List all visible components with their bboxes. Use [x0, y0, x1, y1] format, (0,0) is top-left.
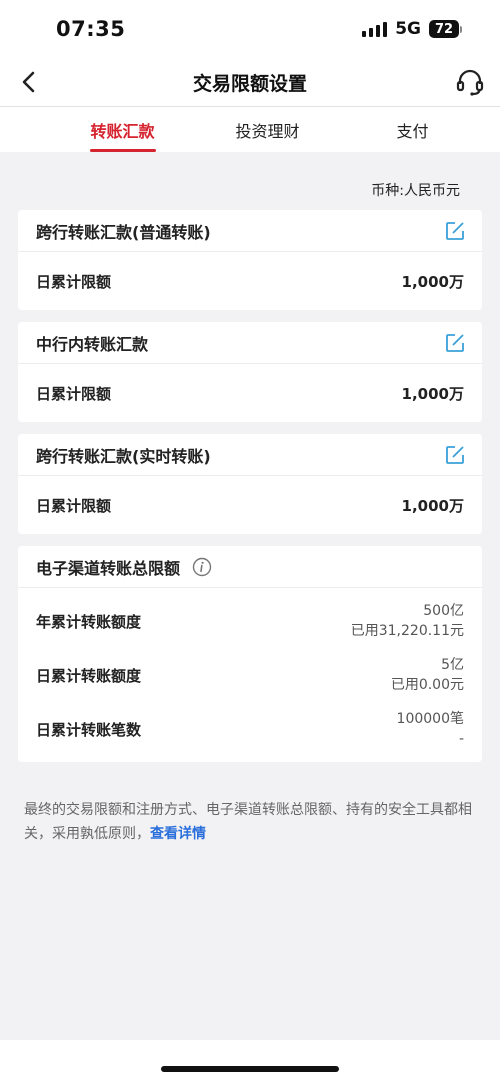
- row-limit: 5亿: [441, 657, 464, 673]
- total-row-daily-amount: 日累计转账额度 5亿 已用0.00元: [18, 648, 482, 702]
- limit-row: 日累计限额 1,000万: [18, 252, 482, 310]
- row-values: 5亿 已用0.00元: [391, 655, 464, 695]
- headset-icon: [456, 69, 484, 96]
- tab-transfer[interactable]: 转账汇款: [50, 107, 195, 152]
- back-button[interactable]: [12, 66, 44, 98]
- page-title: 交易限额设置: [192, 72, 307, 95]
- info-icon[interactable]: [192, 557, 212, 577]
- total-row-daily-count: 日累计转账笔数 100000笔 -: [18, 702, 482, 756]
- card-title: 中行内转账汇款: [36, 334, 149, 354]
- card-header: 电子渠道转账总限额: [18, 546, 482, 588]
- card-header: 跨行转账汇款(实时转账): [18, 434, 482, 476]
- card-title: 跨行转账汇款(实时转账): [36, 446, 211, 466]
- limit-row: 日累计限额 1,000万: [18, 364, 482, 422]
- row-limit: 100000笔: [396, 711, 464, 727]
- total-limit-card: 电子渠道转账总限额 年累计转账额度 500亿 已用31,220.11元 日累计转…: [18, 546, 482, 762]
- row-values: 100000笔 -: [397, 709, 464, 749]
- row-value: 1,000万: [401, 384, 464, 403]
- view-details-link[interactable]: 查看详情: [150, 826, 206, 842]
- status-time: 07:35: [56, 17, 126, 41]
- limit-card-interbank-realtime: 跨行转账汇款(实时转账) 日累计限额 1,000万: [18, 434, 482, 534]
- tab-investment[interactable]: 投资理财: [195, 107, 340, 152]
- row-values: 500亿 已用31,220.11元: [351, 601, 464, 641]
- status-right: 5G 72: [362, 19, 462, 39]
- limit-note: 最终的交易限额和注册方式、电子渠道转账总限额、持有的安全工具都相关，采用孰低原则…: [0, 774, 500, 846]
- home-indicator: [161, 1066, 339, 1072]
- network-type: 5G: [395, 19, 421, 39]
- row-used: 已用0.00元: [390, 677, 464, 693]
- customer-service-button[interactable]: [454, 66, 486, 98]
- tab-bar: 转账汇款 投资理财 支付: [0, 106, 500, 152]
- battery-tip: [460, 25, 462, 33]
- row-label: 日累计转账笔数: [36, 720, 142, 739]
- row-value: 1,000万: [401, 272, 464, 291]
- row-label: 日累计限额: [36, 384, 112, 403]
- total-row-annual-amount: 年累计转账额度 500亿 已用31,220.11元: [18, 594, 482, 648]
- currency-label: 币种:人民币元: [371, 183, 460, 199]
- note-text: 最终的交易限额和注册方式、电子渠道转账总限额、持有的安全工具都相关，采用孰低原则…: [24, 802, 472, 842]
- card-title: 跨行转账汇款(普通转账): [36, 222, 211, 242]
- tab-payment[interactable]: 支付: [340, 107, 485, 152]
- card-header: 跨行转账汇款(普通转账): [18, 210, 482, 252]
- limit-card-interbank-normal: 跨行转账汇款(普通转账) 日累计限额 1,000万: [18, 210, 482, 310]
- limit-card-intrabank: 中行内转账汇款 日累计限额 1,000万: [18, 322, 482, 422]
- row-label: 年累计转账额度: [36, 612, 142, 631]
- row-limit: 500亿: [423, 603, 464, 619]
- card-header: 中行内转账汇款: [18, 322, 482, 364]
- edit-icon[interactable]: [444, 444, 466, 466]
- nav-bar: 交易限额设置: [0, 58, 500, 106]
- status-bar: 07:35 5G 72: [0, 0, 500, 58]
- row-label: 日累计限额: [36, 496, 112, 515]
- card-title: 电子渠道转账总限额: [36, 558, 181, 578]
- bottom-safe-area: [0, 1040, 500, 1082]
- edit-icon[interactable]: [444, 332, 466, 354]
- signal-icon: [362, 21, 388, 37]
- battery-level: 72: [429, 20, 459, 38]
- row-value: 1,000万: [401, 496, 464, 515]
- row-used: 已用31,220.11元: [350, 623, 464, 639]
- row-label: 日累计限额: [36, 272, 112, 291]
- battery-icon: 72: [429, 20, 462, 38]
- row-label: 日累计转账额度: [36, 666, 142, 685]
- row-used: -: [458, 731, 464, 747]
- chevron-left-icon: [22, 71, 35, 93]
- edit-icon[interactable]: [444, 220, 466, 242]
- limit-row: 日累计限额 1,000万: [18, 476, 482, 534]
